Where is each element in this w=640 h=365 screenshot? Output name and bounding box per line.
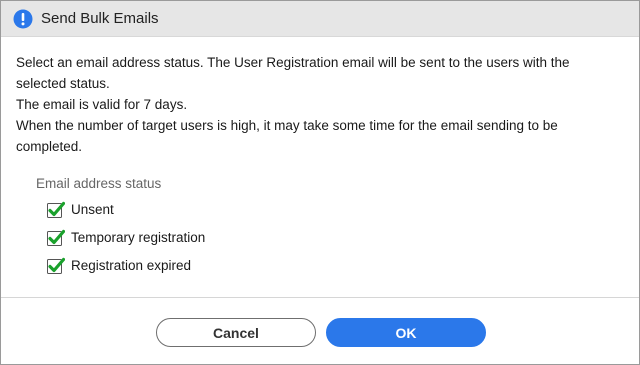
dialog-titlebar: Send Bulk Emails	[1, 1, 639, 37]
checkbox-label: Temporary registration	[71, 230, 206, 245]
send-bulk-emails-dialog: Send Bulk Emails Select an email address…	[0, 0, 640, 365]
email-status-label: Email address status	[36, 176, 162, 191]
message-line: Select an email address status. The User…	[16, 55, 570, 70]
message-line: The email is valid for 7 days.	[16, 97, 188, 112]
checkbox-checked-icon[interactable]	[47, 257, 66, 275]
checkbox-label: Registration expired	[71, 258, 192, 273]
email-status-group: Email address status Unsent Temporary re…	[36, 174, 205, 280]
checkbox-checked-icon[interactable]	[47, 201, 66, 219]
dialog-message: Select an email address status. The User…	[16, 52, 616, 157]
checkbox-checked-icon[interactable]	[47, 229, 66, 247]
footer-divider	[1, 297, 639, 298]
checkbox-unsent[interactable]: Unsent	[47, 196, 205, 224]
message-line: completed.	[16, 139, 83, 154]
info-exclamation-icon	[13, 9, 33, 29]
checkbox-label: Unsent	[71, 202, 114, 217]
checkbox-temporary-registration[interactable]: Temporary registration	[47, 224, 205, 252]
cancel-button[interactable]: Cancel	[156, 318, 316, 347]
message-line: When the number of target users is high,…	[16, 118, 558, 133]
dialog-title: Send Bulk Emails	[41, 10, 159, 27]
ok-button[interactable]: OK	[326, 318, 486, 347]
checkbox-registration-expired[interactable]: Registration expired	[47, 252, 205, 280]
message-line: selected status.	[16, 76, 110, 91]
